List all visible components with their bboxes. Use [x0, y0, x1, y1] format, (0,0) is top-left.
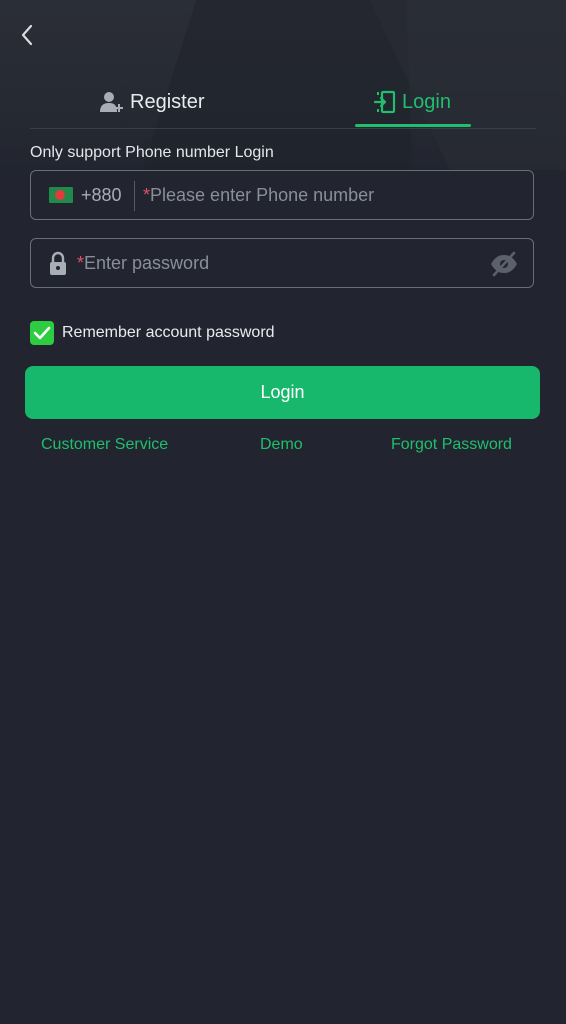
password-input-placeholder[interactable]: *Enter password — [77, 253, 209, 274]
password-field[interactable]: *Enter password — [30, 238, 534, 288]
phone-field[interactable]: +880 *Please enter Phone number — [30, 170, 534, 220]
login-door-icon — [374, 90, 396, 114]
phone-placeholder-text: Please enter Phone number — [150, 185, 375, 205]
country-code[interactable]: +880 — [81, 185, 122, 206]
auth-tabs: Register Login — [30, 76, 536, 129]
demo-link[interactable]: Demo — [260, 436, 303, 454]
tab-login-label: Login — [402, 90, 451, 113]
lock-icon — [50, 251, 66, 275]
remember-checkbox[interactable] — [30, 321, 54, 345]
remember-label: Remember account password — [62, 324, 275, 341]
required-mark: * — [143, 185, 151, 205]
password-placeholder-text: Enter password — [84, 253, 210, 273]
back-button[interactable] — [12, 20, 42, 50]
tab-login[interactable]: Login — [374, 76, 451, 128]
tab-register[interactable]: Register — [100, 76, 204, 128]
field-divider — [134, 181, 135, 211]
login-button[interactable]: Login — [25, 366, 540, 419]
bangladesh-flag-icon[interactable] — [49, 187, 73, 203]
customer-service-link[interactable]: Customer Service — [41, 436, 168, 454]
eye-off-icon[interactable] — [489, 251, 519, 277]
forgot-password-link[interactable]: Forgot Password — [391, 436, 512, 454]
required-mark: * — [77, 253, 85, 273]
user-add-icon — [100, 92, 123, 112]
chevron-left-icon — [21, 24, 33, 46]
checkmark-icon — [33, 326, 51, 340]
login-hint: Only support Phone number Login — [30, 144, 274, 161]
phone-input-placeholder[interactable]: *Please enter Phone number — [143, 185, 374, 206]
remember-password-option[interactable]: Remember account password — [30, 320, 275, 346]
active-tab-indicator — [355, 124, 471, 127]
tab-register-label: Register — [130, 90, 205, 113]
